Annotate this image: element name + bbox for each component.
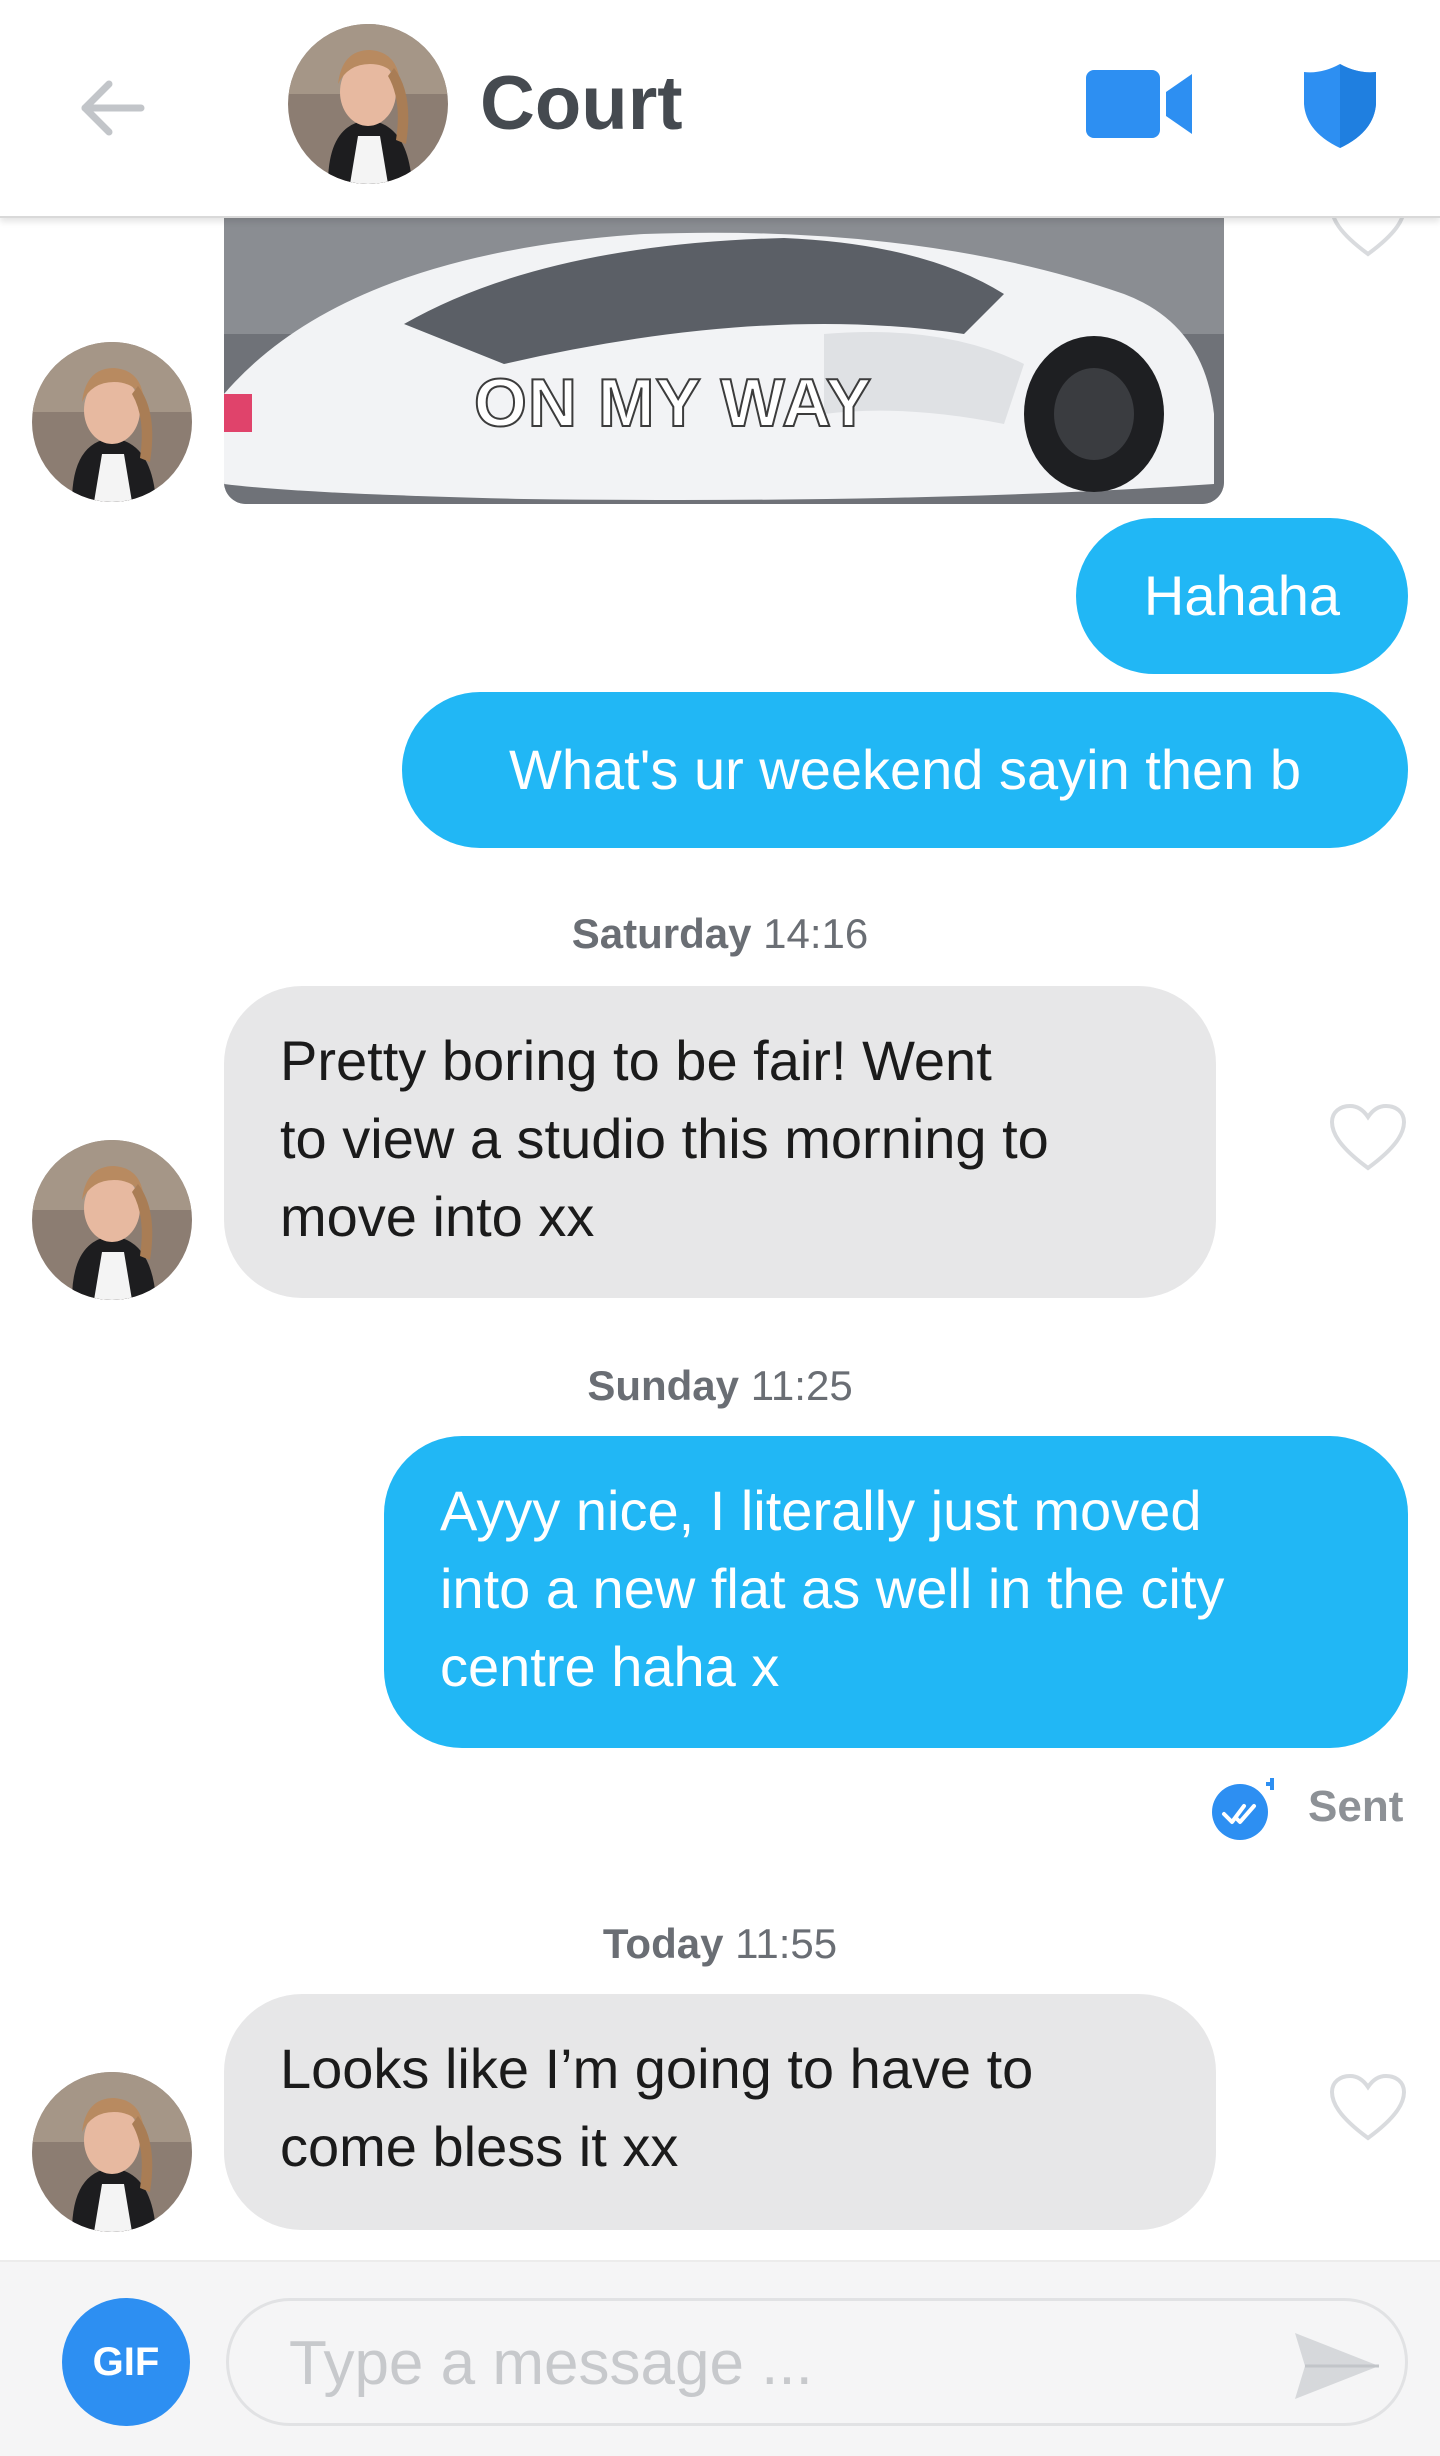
gif-message[interactable]: ON MY WAY [224, 218, 1224, 504]
sent-label: Sent [1308, 1782, 1404, 1831]
timestamp-day: Saturday [571, 910, 752, 957]
video-call-button[interactable] [1084, 66, 1196, 142]
gif-button[interactable]: GIF [62, 2298, 190, 2426]
timestamp: Today 11:55 [0, 1920, 1440, 1968]
message-input[interactable] [287, 2315, 1187, 2411]
shield-icon [1304, 64, 1376, 148]
chat-header: Court [0, 0, 1440, 218]
message-line: Ayyy nice, I literally just moved [440, 1479, 1202, 1542]
message-thread[interactable]: ON MY WAY Hahaha What's ur weekend sayin… [0, 218, 1440, 2260]
message-line: come bless it xx [280, 2115, 679, 2178]
message-input-container[interactable] [226, 2298, 1408, 2426]
double-check-icon [1212, 1778, 1274, 1840]
outgoing-message-bubble[interactable]: Ayyy nice, I literally just moved into a… [384, 1436, 1408, 1748]
contact-avatar[interactable] [32, 1140, 192, 1300]
message-line: Looks like I’m going to have to [280, 2037, 1034, 2100]
outgoing-message-bubble[interactable]: What's ur weekend sayin then b [402, 692, 1408, 848]
sent-status: Sent [1210, 1770, 1410, 1840]
arrow-left-icon [81, 80, 145, 136]
outgoing-message-bubble[interactable]: Hahaha [1076, 518, 1408, 674]
contact-avatar[interactable] [32, 342, 192, 502]
heart-icon[interactable] [1328, 218, 1408, 260]
message-line: Pretty boring to be fair! Went [280, 1029, 992, 1092]
contact-avatar[interactable] [288, 24, 448, 184]
incoming-message-bubble[interactable]: Pretty boring to be fair! Went to view a… [224, 986, 1216, 1298]
back-button[interactable] [66, 62, 158, 154]
timestamp-time: 11:55 [735, 1920, 838, 1967]
contact-name[interactable]: Court [480, 58, 683, 150]
safety-button[interactable] [1300, 60, 1380, 150]
timestamp-day: Today [602, 1920, 724, 1967]
message-line: move into xx [280, 1185, 595, 1248]
incoming-message-bubble[interactable]: Looks like I’m going to have to come ble… [224, 1994, 1216, 2230]
gif-caption: ON MY WAY [473, 364, 873, 442]
message-text: Hahaha [1143, 564, 1341, 627]
message-line: to view a studio this morning to [280, 1107, 1049, 1170]
gif-car-image [224, 218, 1224, 504]
contact-avatar[interactable] [32, 2072, 192, 2232]
timestamp-time: 14:16 [763, 910, 869, 957]
send-icon[interactable] [1291, 2329, 1383, 2403]
timestamp: Saturday 14:16 [0, 910, 1440, 958]
message-line: centre haha x [440, 1635, 780, 1698]
timestamp-time: 11:25 [750, 1362, 853, 1409]
timestamp: Sunday 11:25 [0, 1362, 1440, 1410]
heart-icon[interactable] [1328, 1102, 1408, 1174]
message-text: What's ur weekend sayin then b [508, 738, 1301, 801]
timestamp-day: Sunday [587, 1362, 740, 1409]
heart-icon[interactable] [1328, 2072, 1408, 2144]
video-camera-icon [1086, 70, 1192, 138]
message-line: into a new flat as well in the city [440, 1557, 1225, 1620]
message-composer: GIF [0, 2260, 1440, 2456]
